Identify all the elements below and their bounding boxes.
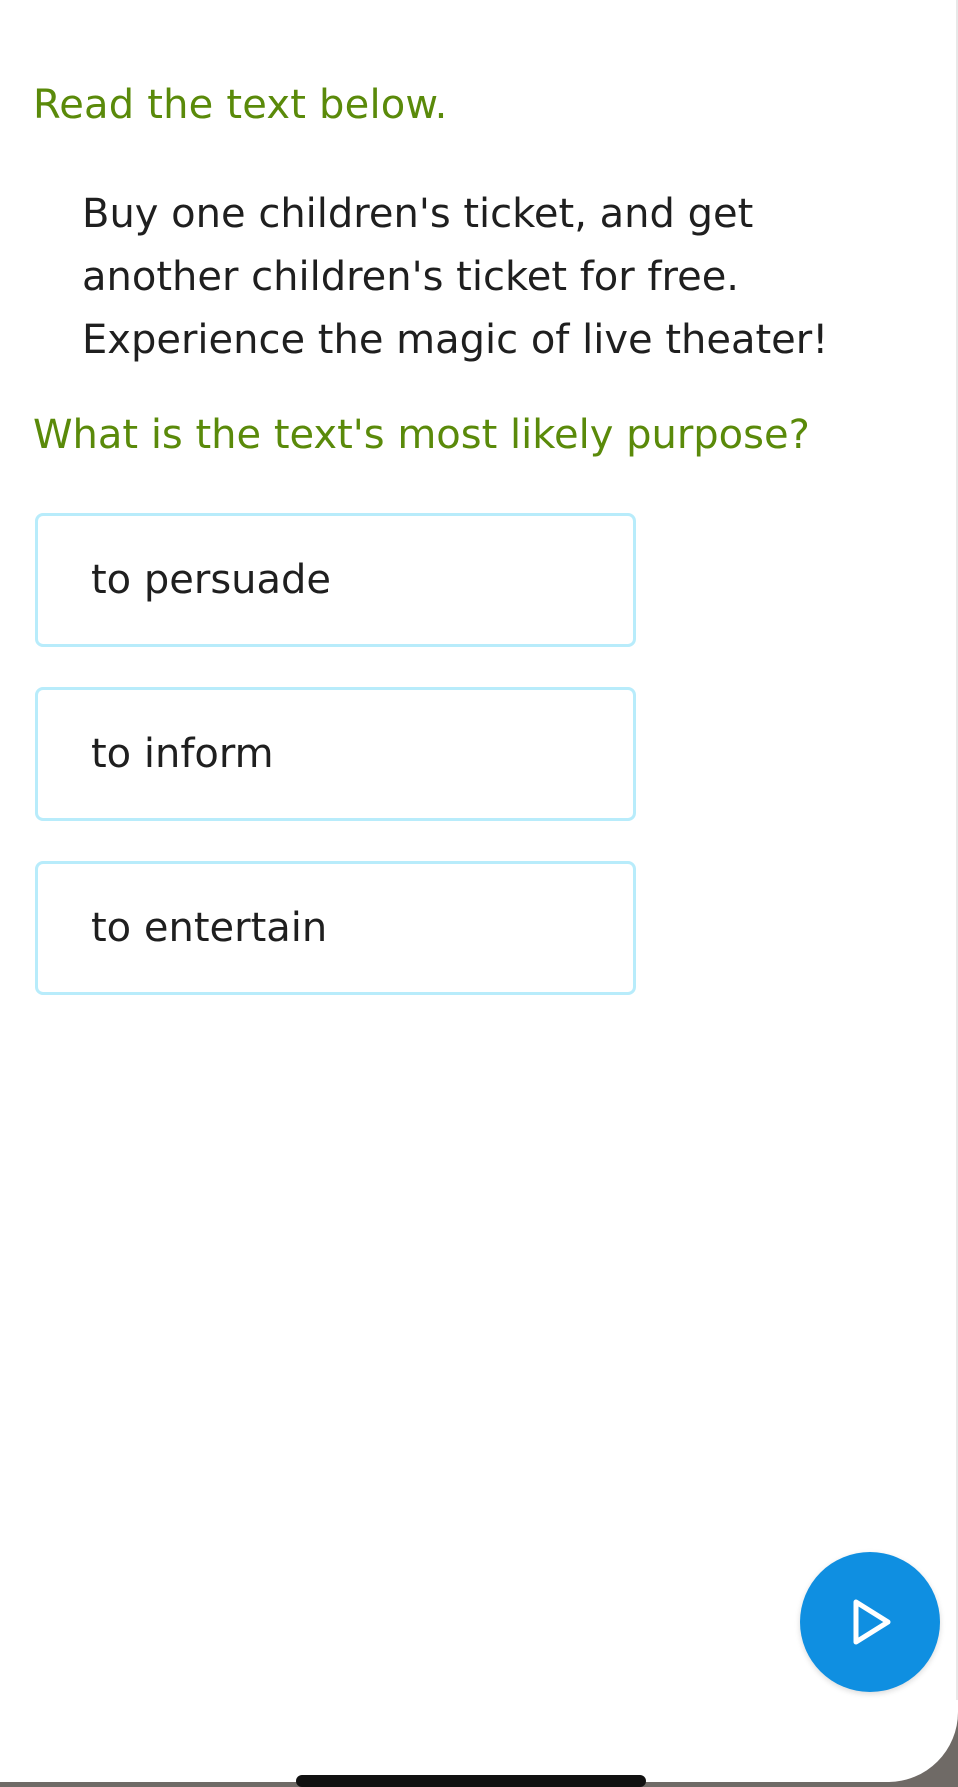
screen: Read the text below. Buy one children's … [0,0,958,1782]
passage-line: Buy one children's ticket, and get [82,191,754,237]
choice-to-persuade[interactable]: to persuade [35,513,636,647]
answer-choices: to persuade to inform to entertain [35,513,636,1035]
choice-label: to inform [91,731,274,777]
passage-line: Experience the magic of live theater! [82,317,829,363]
instruction-text: Read the text below. [33,82,448,128]
reading-passage: Buy one children's ticket, and get anoth… [82,183,942,372]
play-audio-button[interactable] [800,1552,940,1692]
choice-label: to persuade [91,557,332,603]
passage-line: another children's ticket for free. [82,254,740,300]
home-indicator[interactable] [296,1775,646,1787]
play-icon [853,1599,891,1645]
question-text: What is the text's most likely purpose? [33,412,810,458]
choice-to-inform[interactable]: to inform [35,687,636,821]
choice-to-entertain[interactable]: to entertain [35,861,636,995]
choice-label: to entertain [91,905,328,951]
